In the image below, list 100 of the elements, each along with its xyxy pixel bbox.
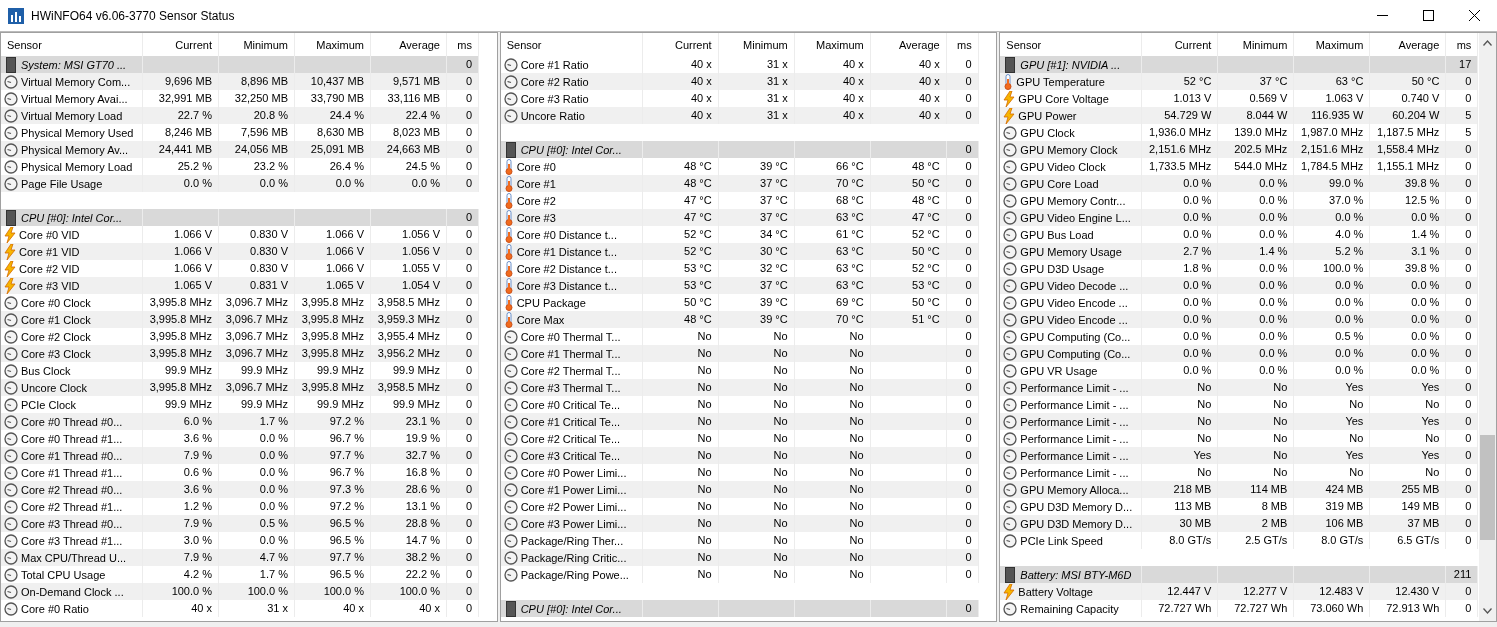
thermometer-icon [503,243,514,260]
sensor-row[interactable]: PCIe Link Speed 8.0 GT/s 2.5 GT/s 8.0 GT/s 6.5 GT/s 0 [1000,532,1479,549]
table-cell: 0.0 % [1218,175,1295,192]
sensor-row[interactable]: Core #3 47 °C 37 °C 63 °C 47 °C 0 [500,209,997,226]
sensor-row[interactable]: Uncore Ratio 40 x 31 x 40 x 40 x 0 [500,107,997,124]
sensor-name: Performance Limit - ... [1020,449,1129,462]
sensor-row[interactable]: GPU Video Engine L... 0.0 % 0.0 % 0.0 % 0.0 % 0 [1000,209,1479,226]
sensor-row[interactable]: Core #2 Thread #0... 3.6 % 0.0 % 97.3 % 28.6 % 0 [1,481,497,498]
sensor-row[interactable]: Package/Ring Powe... No No No 0 [500,566,997,583]
sensor-row[interactable]: Core #2 Ratio 40 x 31 x 40 x 40 x 0 [500,73,997,90]
scrollbar-thumb[interactable] [1480,435,1495,540]
sensor-row[interactable]: Uncore Clock 3,995.8 MHz 3,096.7 MHz 3,995.8 MHz 3,958.5 MHz 0 [1,379,497,396]
sensor-row[interactable]: Remaining Capacity 72.727 Wh 72.727 Wh 73.060 Wh 72.913 Wh 0 [1000,600,1479,617]
sensor-name: Core #0 Ratio [21,602,89,615]
table-cell: 31 x [718,73,795,90]
table-cell: 0 [1446,379,1479,396]
sensor-row[interactable]: Package/Ring Critic... No No No 0 [500,549,997,566]
table-cell: No [1142,379,1219,396]
gauge-icon [4,533,18,548]
sensor-row[interactable]: Core #1 Power Limi... No No No 0 [500,481,997,498]
sensor-row[interactable]: GPU Temperature 52 °C 37 °C 63 °C 50 °C 0 [1000,73,1479,90]
gauge-icon [4,363,18,378]
table-cell: 0 [447,243,479,260]
sensor-row[interactable]: Core #1 Thread #0... 7.9 % 0.0 % 97.7 % 32.7 % 0 [1,447,497,464]
sensor-name: Core #1 VID [19,245,80,258]
sensor-row[interactable]: Virtual Memory Com... 9,696 MB 8,896 MB 10,437 MB 9,571 MB 0 [1,73,497,90]
table-cell: 100.0 % [371,583,447,600]
sensor-row[interactable]: Performance Limit - ... No No Yes Yes 0 [1000,379,1479,396]
sensor-row[interactable]: Core #3 Distance t... 53 °C 37 °C 63 °C 53 °C 0 [500,277,997,294]
sensor-row[interactable]: Core #1 Thermal T... No No No 0 [500,345,997,362]
sensor-row[interactable]: Core #1 Critical Te... No No No 0 [500,413,997,430]
sensor-row[interactable]: Core #3 Clock 3,995.8 MHz 3,096.7 MHz 3,995.8 MHz 3,956.2 MHz 0 [1,345,497,362]
sensor-row[interactable]: Core #3 Power Limi... No No No 0 [500,515,997,532]
sensor-row[interactable]: Core #0 Thread #0... 6.0 % 1.7 % 97.2 % 23.1 % 0 [1,413,497,430]
sensor-row[interactable]: GPU D3D Memory D... 30 MB 2 MB 106 MB 37 MB 0 [1000,515,1479,532]
sensor-row[interactable]: GPU Video Encode ... 0.0 % 0.0 % 0.0 % 0.0 % 0 [1000,311,1479,328]
sensor-row[interactable]: Performance Limit - ... Yes No Yes Yes 0 [1000,447,1479,464]
gauge-icon [4,312,18,327]
table-cell: 0.0 % [1294,277,1371,294]
gauge-icon [1003,533,1018,548]
sensor-row[interactable]: GPU Memory Alloca... 218 MB 114 MB 424 MB 255 MB 0 [1000,481,1479,498]
sensor-row[interactable]: Core #0 Ratio 40 x 31 x 40 x 40 x 0 [1,600,497,617]
sensor-row[interactable]: GPU Video Decode ... 0.0 % 0.0 % 0.0 % 0.0 % 0 [1000,277,1479,294]
sensor-row[interactable]: Core Max 48 °C 39 °C 70 °C 51 °C 0 [500,311,997,328]
table-cell: 48 °C [642,311,719,328]
sensor-row[interactable]: Core #1 VID 1.066 V 0.830 V 1.066 V 1.056 V 0 [1,243,497,260]
sensor-row[interactable]: Max CPU/Thread U... 7.9 % 4.7 % 97.7 % 38.2 % 0 [1,549,497,566]
sensor-row[interactable]: GPU Core Load 0.0 % 0.0 % 99.0 % 39.8 % 0 [1000,175,1479,192]
scroll-up-icon[interactable] [1483,40,1492,46]
sensor-name: GPU D3D Memory D... [1020,517,1133,530]
sensor-name: Bus Clock [21,364,71,377]
sensor-row[interactable]: Core #3 Thread #0... 7.9 % 0.5 % 96.5 % 28.8 % 0 [1,515,497,532]
sensor-row[interactable]: Physical Memory Av... 24,441 MB 24,056 MB 25,091 MB 24,663 MB 0 [1,141,497,158]
sensor-row[interactable]: Core #1 Distance t... 52 °C 30 °C 63 °C 50 °C 0 [500,243,997,260]
sensor-group-row[interactable]: GPU [#1]: NVIDIA ... 17 [1000,56,1479,73]
scrollbar[interactable] [1479,33,1496,621]
lightning-icon [1003,107,1016,124]
sensor-group-row[interactable]: CPU [#0]: Intel Cor... 0 [500,600,997,617]
table-cell: No [794,447,871,464]
table-cell: No [794,566,871,583]
sensor-row[interactable]: GPU Memory Usage 2.7 % 1.4 % 5.2 % 3.1 % 0 [1000,243,1479,260]
scroll-down-icon[interactable] [1483,608,1492,614]
table-cell: 73.060 Wh [1294,600,1371,617]
gauge-icon [4,159,18,174]
sensor-group-row[interactable]: Battery: MSI BTY-M6D 211 [1000,566,1479,583]
table-cell: 37 °C [718,209,795,226]
gauge-icon [4,431,18,446]
sensor-row[interactable]: Core #1 Clock 3,995.8 MHz 3,096.7 MHz 3,995.8 MHz 3,959.3 MHz 0 [1,311,497,328]
table-cell: No [718,379,795,396]
sensor-row[interactable]: Core #3 Thermal T... No No No 0 [500,379,997,396]
sensor-name: Performance Limit - ... [1020,432,1129,445]
table-cell: 63 °C [794,277,871,294]
table-cell: 7.9 % [143,447,219,464]
sensor-name: Battery Voltage [1018,585,1093,598]
sensor-name: GPU Video Clock [1020,160,1106,173]
sensor-row[interactable]: Virtual Memory Load 22.7 % 20.8 % 24.4 % 22.4 % 0 [1,107,497,124]
sensor-name: GPU Bus Load [1020,228,1094,241]
sensor-row[interactable]: On-Demand Clock ... 100.0 % 100.0 % 100.0 % 100.0 % 0 [1,583,497,600]
table-cell: No [718,481,795,498]
sensor-group-row[interactable]: CPU [#0]: Intel Cor... 0 [500,141,997,158]
table-cell: 3,959.3 MHz [371,311,447,328]
sensor-row[interactable]: Core #1 48 °C 37 °C 70 °C 50 °C 0 [500,175,997,192]
sensor-row[interactable]: GPU Power 54.729 W 8.044 W 116.935 W 60.204 W 5 [1000,107,1479,124]
sensor-row[interactable]: Performance Limit - ... No No Yes Yes 0 [1000,413,1479,430]
sensor-group-row[interactable]: CPU [#0]: Intel Cor... 0 [1,209,497,226]
sensor-row[interactable]: Core #3 VID 1.065 V 0.831 V 1.065 V 1.054 V 0 [1,277,497,294]
table-cell: 52 °C [642,243,719,260]
sensor-name: Core #1 Ratio [520,58,589,71]
sensor-row[interactable]: Battery Voltage 12.447 V 12.277 V 12.483 V 12.430 V 0 [1000,583,1479,600]
table-cell: Yes [1370,379,1447,396]
lightning-icon [4,243,16,260]
gauge-icon [1003,159,1018,174]
sensor-row[interactable]: Page File Usage 0.0 % 0.0 % 0.0 % 0.0 % 0 [1,175,497,192]
table-cell: 0.0 % [219,447,295,464]
table-cell: 1.065 V [295,277,371,294]
sensor-row[interactable]: GPU Computing (Co... 0.0 % 0.0 % 0.0 % 0.0 % 0 [1000,345,1479,362]
sensor-name: GPU Memory Clock [1020,143,1118,156]
sensor-row[interactable]: Core #3 Critical Te... No No No 0 [500,447,997,464]
sensor-row[interactable]: GPU Memory Clock 2,151.6 MHz 202.5 MHz 2,151.6 MHz 1,558.4 MHz 0 [1000,141,1479,158]
sensor-group-row[interactable]: System: MSI GT70 ... 0 [1,56,497,73]
